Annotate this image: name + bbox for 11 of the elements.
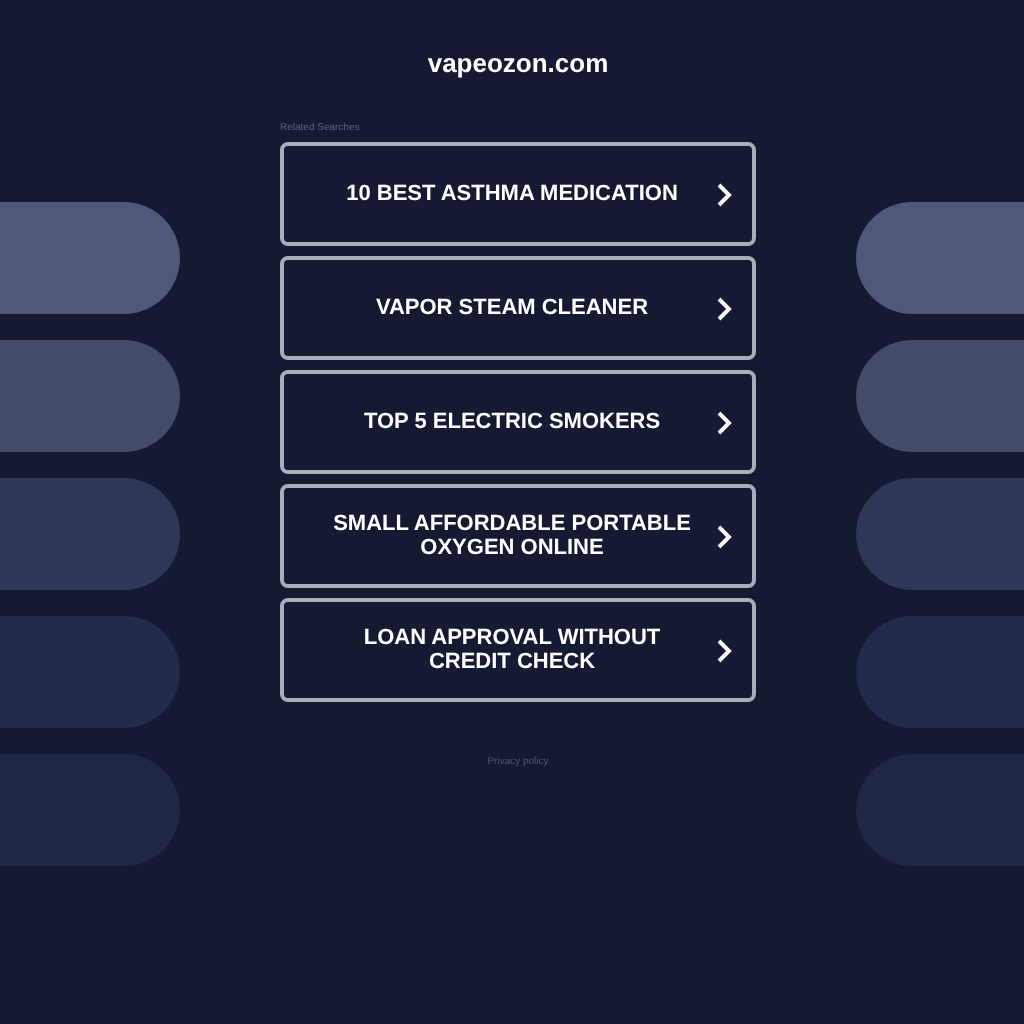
search-link-button[interactable]: 10 BEST ASTHMA MEDICATION (280, 142, 756, 246)
chevron-right-icon (716, 637, 732, 663)
chevron-right-icon (716, 295, 732, 321)
search-link-button[interactable]: VAPOR STEAM CLEANER (280, 256, 756, 360)
chevron-right-icon (716, 523, 732, 549)
site-title: vapeozon.com (425, 48, 611, 82)
search-link-button[interactable]: SMALL AFFORDABLE PORTABLE OXYGEN ONLINE (280, 484, 756, 588)
search-link-button[interactable]: LOAN APPROVAL WITHOUT CREDIT CHECK (280, 598, 756, 702)
chevron-right-icon (716, 409, 732, 435)
chevron-right-icon (716, 181, 732, 207)
search-link-button[interactable]: TOP 5 ELECTRIC SMOKERS (280, 370, 756, 474)
